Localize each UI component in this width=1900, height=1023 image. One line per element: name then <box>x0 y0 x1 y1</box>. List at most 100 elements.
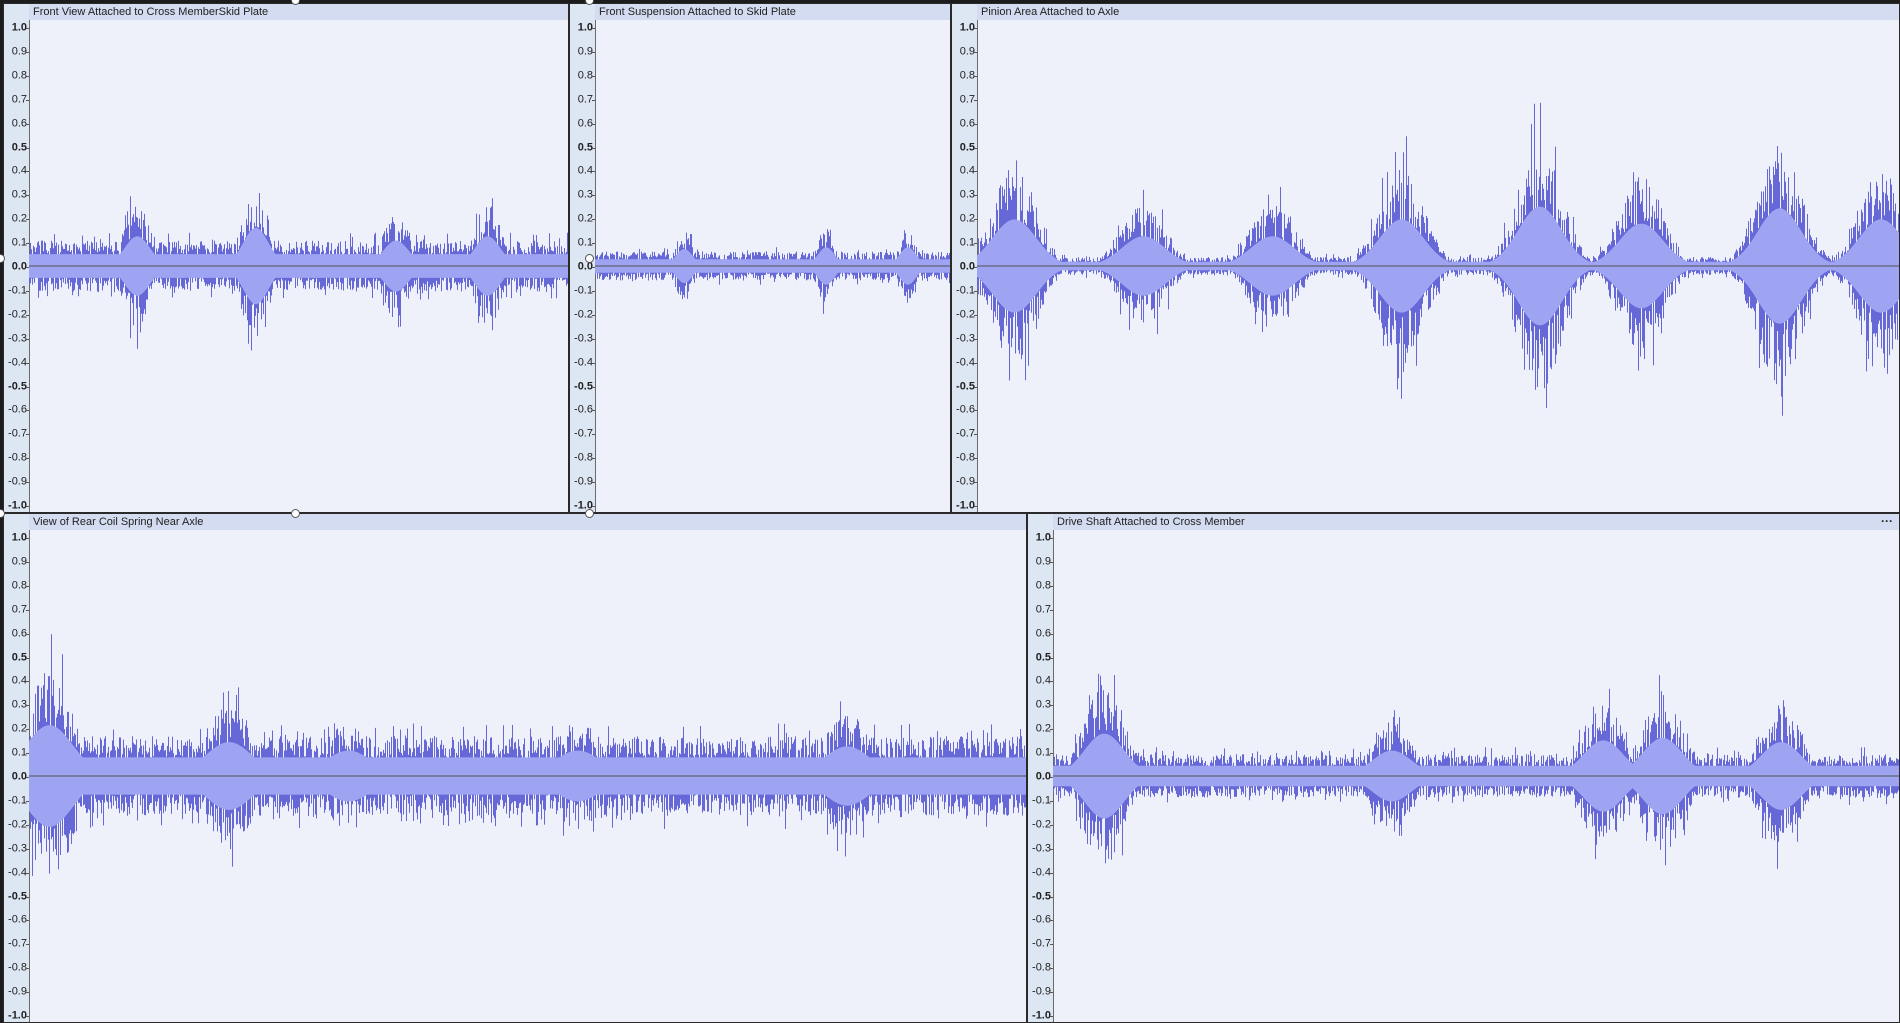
waveform-svg <box>29 193 568 351</box>
track-clip-pinion-area[interactable]: 1.0 0.9 0.8 0.7 0.6 0.5 0.4 0.3 0.2 0.1 0.0 -0.1 -0.… <box>951 3 1900 513</box>
resize-handle[interactable] <box>291 509 300 518</box>
ruler-tick-label: 0.8 <box>1035 579 1051 592</box>
ruler-tick-label: -1.0 <box>8 499 27 512</box>
waveform[interactable] <box>29 530 1026 1022</box>
ruler-tick-label: -0.4 <box>8 866 27 879</box>
ruler-tick-label: 0.6 <box>11 627 27 640</box>
ruler-tick-label: 0.3 <box>959 188 975 201</box>
ruler-tick-label: -0.6 <box>8 403 27 416</box>
ruler-tick-label: -0.5 <box>574 380 593 392</box>
waveform[interactable] <box>29 20 568 512</box>
ruler-tick-label: -0.6 <box>956 403 975 416</box>
ruler-tick-label: 0.7 <box>11 93 27 106</box>
track-clip-front-suspension[interactable]: 1.0 0.9 0.8 0.7 0.6 0.5 0.4 0.3 0.2 0.1 0.0 -0.1 -0.… <box>569 3 951 513</box>
ruler-tick-label: 0.1 <box>11 236 27 249</box>
ruler-tick-label: 0.7 <box>577 93 593 106</box>
ruler-tick-label: 0.1 <box>959 236 975 249</box>
ruler-tick-label: -0.9 <box>1032 985 1051 998</box>
ruler-tick-label: 0.9 <box>959 45 975 58</box>
ruler-tick-label: 0.5 <box>1035 651 1051 663</box>
ruler-tick-label: -0.9 <box>574 475 593 488</box>
ruler-tick-label: 0.8 <box>11 69 27 82</box>
ruler-tick-label: -0.2 <box>1032 818 1051 831</box>
ruler-tick-label: 0.8 <box>11 579 27 592</box>
amplitude-ruler: 1.0 0.9 0.8 0.7 0.6 0.5 0.4 0.3 0.2 0.1 0.0 -0.1 -0.… <box>4 514 30 1022</box>
waveform-svg <box>595 229 950 314</box>
ruler-tick-label: 0.7 <box>959 93 975 106</box>
ruler-tick-label: 0.4 <box>11 164 27 177</box>
ruler-tick-label: -0.1 <box>574 284 593 297</box>
ruler-tick-label: 0.0 <box>577 260 593 273</box>
ruler-tick-label: 0.5 <box>959 141 975 153</box>
ruler-tick-label: -0.3 <box>8 332 27 345</box>
ruler-tick-label: 0.5 <box>11 141 27 153</box>
ruler-tick-label: 0.9 <box>11 555 27 568</box>
ruler-tick-label: -0.1 <box>8 284 27 297</box>
track-title[interactable]: Pinion Area Attached to Axle <box>977 4 1899 20</box>
ruler-tick-label: -1.0 <box>1032 1009 1051 1022</box>
ruler-tick-label: 1.0 <box>11 21 27 34</box>
ruler-tick-label: -0.7 <box>1032 937 1051 950</box>
ruler-tick-label: -0.3 <box>8 842 27 855</box>
track-title[interactable]: Front View Attached to Cross MemberSkid … <box>29 4 568 20</box>
waveform-peaks <box>29 634 1026 876</box>
ruler-tick-label: 1.0 <box>577 21 593 34</box>
ruler-tick-label: -0.4 <box>956 356 975 369</box>
ruler-tick-label: 0.1 <box>1035 746 1051 759</box>
ruler-tick-label: 0.5 <box>577 141 593 153</box>
resize-handle[interactable] <box>585 254 594 263</box>
waveform[interactable] <box>595 20 950 512</box>
track-title[interactable]: View of Rear Coil Spring Near Axle <box>29 514 1026 530</box>
ruler-tick-label: 0.7 <box>1035 603 1051 616</box>
track-title[interactable]: Drive Shaft Attached to Cross Member <box>1053 514 1899 530</box>
track-clip-front-view[interactable]: 1.0 0.9 0.8 0.7 0.6 0.5 0.4 0.3 0.2 0.1 0.0 -0.1 -0.… <box>3 3 569 513</box>
ruler-tick-label: 0.6 <box>11 117 27 130</box>
ruler-tick-label: 0.0 <box>11 260 27 273</box>
waveform[interactable] <box>977 20 1899 512</box>
ruler-tick-label: 0.2 <box>11 722 27 735</box>
ruler-tick-label: -0.8 <box>1032 961 1051 974</box>
ruler-tick-label: 0.2 <box>1035 722 1051 735</box>
ruler-tick-label: -0.2 <box>8 818 27 831</box>
ruler-tick-label: 0.0 <box>11 770 27 783</box>
ruler-tick-label: -0.7 <box>8 427 27 440</box>
ruler-tick-label: 0.6 <box>1035 627 1051 640</box>
ruler-tick-label: -0.9 <box>8 985 27 998</box>
track-clip-rear-coil-spring[interactable]: 1.0 0.9 0.8 0.7 0.6 0.5 0.4 0.3 0.2 0.1 0.0 -0.1 -0.… <box>3 513 1027 1023</box>
waveform-svg <box>1053 673 1899 869</box>
ruler-tick-label: -0.8 <box>8 961 27 974</box>
ruler-tick-label: -0.7 <box>8 937 27 950</box>
ruler-tick-label: 0.8 <box>959 69 975 82</box>
ruler-tick-label: 0.2 <box>577 212 593 225</box>
ruler-tick-label: -0.2 <box>8 308 27 321</box>
ruler-tick-label: 0.5 <box>11 651 27 663</box>
waveform-svg <box>29 634 1026 876</box>
more-options-icon[interactable]: ··· <box>1881 514 1893 528</box>
ruler-tick-label: 0.8 <box>577 69 593 82</box>
ruler-tick-label: -0.1 <box>1032 794 1051 807</box>
ruler-tick-label: -0.4 <box>8 356 27 369</box>
ruler-tick-label: -0.9 <box>956 475 975 488</box>
ruler-tick-label: -0.8 <box>956 451 975 464</box>
ruler-tick-label: 0.3 <box>11 188 27 201</box>
ruler-tick-label: 0.4 <box>577 164 593 177</box>
track-title[interactable]: Front Suspension Attached to Skid Plate <box>595 4 950 20</box>
waveform[interactable] <box>1053 530 1899 1022</box>
ruler-tick-label: 0.4 <box>959 164 975 177</box>
ruler-tick-label: 1.0 <box>959 21 975 34</box>
resize-handle[interactable] <box>585 509 594 518</box>
ruler-tick-label: 0.1 <box>577 236 593 249</box>
ruler-tick-label: 0.3 <box>11 698 27 711</box>
ruler-tick-label: -0.7 <box>574 427 593 440</box>
ruler-tick-label: -0.3 <box>956 332 975 345</box>
amplitude-ruler: 1.0 0.9 0.8 0.7 0.6 0.5 0.4 0.3 0.2 0.1 0.0 -0.1 -0.… <box>4 4 30 512</box>
ruler-tick-label: -0.6 <box>8 913 27 926</box>
ruler-tick-label: -0.1 <box>8 794 27 807</box>
ruler-tick-label: -0.5 <box>8 890 27 902</box>
ruler-tick-label: -0.5 <box>956 380 975 392</box>
ruler-tick-label: 0.2 <box>959 212 975 225</box>
track-clip-drive-shaft[interactable]: 1.0 0.9 0.8 0.7 0.6 0.5 0.4 0.3 0.2 0.1 0.0 -0.1 -0.… <box>1027 513 1900 1023</box>
ruler-tick-label: -0.6 <box>1032 913 1051 926</box>
ruler-tick-label: -0.5 <box>1032 890 1051 902</box>
ruler-tick-label: -0.3 <box>1032 842 1051 855</box>
